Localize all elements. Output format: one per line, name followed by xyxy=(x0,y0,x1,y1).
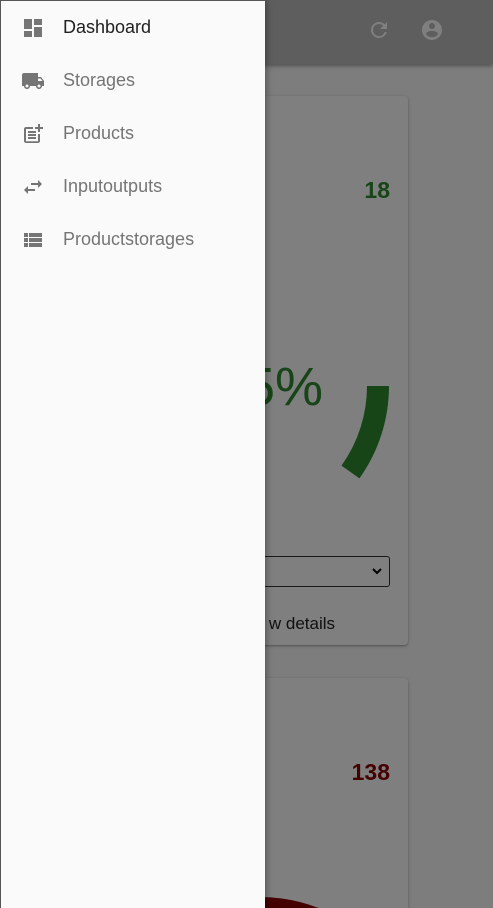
nav-item-inputoutputs[interactable]: Inputoutputs xyxy=(1,160,265,213)
nav-label: Storages xyxy=(63,70,136,90)
nav-label: Products xyxy=(63,123,135,143)
nav-label: Productstorages xyxy=(63,229,195,249)
nav-item-dashboard[interactable]: Dashboard xyxy=(1,1,265,54)
nav-label: Inputoutputs xyxy=(63,176,163,196)
post-add-icon xyxy=(21,122,45,146)
nav-item-productstorages[interactable]: Productstorages xyxy=(1,213,265,266)
page: 18 5% w details 138 Dashboard Storages xyxy=(0,0,493,908)
truck-icon xyxy=(21,69,45,93)
nav-label: Dashboard xyxy=(63,17,152,37)
dashboard-icon xyxy=(21,16,45,40)
nav-item-storages[interactable]: Storages xyxy=(1,54,265,107)
swap-arrows-icon xyxy=(21,175,45,199)
navigation-drawer: Dashboard Storages Products Inputoutputs xyxy=(0,0,265,908)
view-list-icon xyxy=(21,228,45,252)
nav-item-products[interactable]: Products xyxy=(1,107,265,160)
